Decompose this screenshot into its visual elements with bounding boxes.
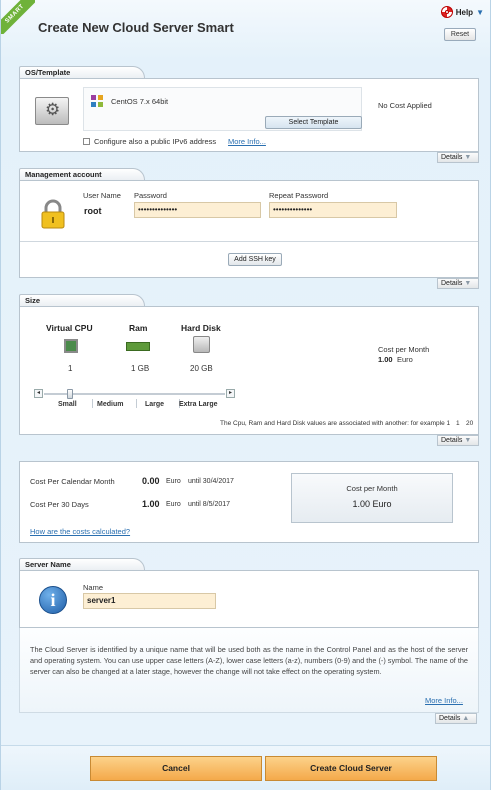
select-template-button[interactable]: Select Template — [265, 116, 362, 129]
server-name-details-toggle[interactable]: Details ▲ — [435, 713, 477, 724]
settings-icon — [35, 97, 69, 125]
dialog: SMART Create New Cloud Server Smart Help… — [0, 0, 491, 790]
create-cloud-server-button[interactable]: Create Cloud Server — [265, 756, 437, 781]
username-label: User Name — [83, 191, 121, 200]
ipv6-label: Configure also a public IPv6 address — [94, 137, 217, 146]
repeat-password-field[interactable]: •••••••••••••• — [269, 202, 397, 218]
size-note: The Cpu, Ram and Hard Disk values are as… — [220, 420, 451, 427]
details-label: Details — [441, 280, 463, 287]
step-medium[interactable]: Medium — [97, 401, 123, 408]
triangle-down-icon: ▼ — [464, 154, 472, 161]
costs-panel: Cost Per Calendar Month 0.00 Euro until … — [19, 461, 479, 543]
ribbon-label: SMART — [1, 0, 35, 34]
size-cost-label: Cost per Month — [378, 345, 430, 354]
monthly-cost-label: Cost per Month — [346, 484, 398, 493]
divider — [20, 241, 478, 242]
slider-thumb[interactable] — [67, 389, 73, 399]
step-small[interactable]: Small — [58, 401, 77, 408]
username-value: root — [84, 206, 102, 216]
os-details-toggle[interactable]: Details ▼ — [437, 152, 479, 163]
slider-left-arrow[interactable]: ◂ — [34, 389, 43, 398]
details-label: Details — [439, 715, 461, 722]
cost-30days-label: Cost Per 30 Days — [30, 500, 89, 509]
triangle-down-icon: ▼ — [464, 437, 472, 444]
password-label: Password — [134, 191, 167, 200]
ram-label: Ram — [129, 323, 148, 333]
page-title: Create New Cloud Server Smart — [38, 20, 234, 35]
management-details-toggle[interactable]: Details ▼ — [437, 278, 479, 289]
os-cost-note: No Cost Applied — [378, 101, 432, 110]
monthly-cost-box: Cost per Month 1.00 Euro — [291, 473, 453, 523]
cost-calendar-unit: Euro — [166, 478, 181, 485]
cost-30days-until: until 8/5/2017 — [188, 501, 231, 508]
slider-right-arrow[interactable]: ▸ — [226, 389, 235, 398]
ipv6-checkbox[interactable] — [83, 138, 90, 145]
selected-os: CentOS 7.x 64bit — [111, 97, 169, 106]
disk-value: 20 GB — [190, 364, 213, 373]
server-name-field[interactable]: server1 — [83, 593, 216, 609]
add-ssh-key-button[interactable]: Add SSH key — [228, 253, 282, 266]
size-details-toggle[interactable]: Details ▼ — [437, 435, 479, 446]
cost-calendar-value: 0.00 — [142, 476, 160, 486]
reset-button[interactable]: Reset — [444, 28, 476, 41]
cost-calendar-until: until 30/4/2017 — [188, 478, 234, 485]
cpu-chip-icon — [64, 339, 78, 353]
triangle-up-icon: ▲ — [462, 715, 470, 722]
server-name-panel: i Name server1 — [19, 570, 479, 628]
os-template-panel: CentOS 7.x 64bit Select Template No Cost… — [19, 78, 479, 152]
details-label: Details — [441, 154, 463, 161]
server-name-description: The Cloud Server is identified by a uniq… — [30, 645, 468, 676]
size-cost-unit: Euro — [397, 355, 413, 364]
ram-value: 1 GB — [131, 364, 150, 373]
step-divider — [136, 399, 137, 408]
details-label: Details — [441, 437, 463, 444]
how-costs-link[interactable]: How are the costs calculated? — [30, 527, 130, 536]
cpu-value: 1 — [68, 364, 73, 373]
ram-module-icon — [126, 342, 150, 351]
repeat-password-label: Repeat Password — [269, 191, 329, 200]
help-label: Help — [455, 7, 474, 17]
management-panel: User Name root Password •••••••••••••• R… — [19, 180, 479, 278]
step-extra-large[interactable]: Extra Large — [179, 401, 218, 408]
chevron-down-icon: ▼ — [476, 7, 484, 17]
disk-label: Hard Disk — [181, 323, 221, 333]
cost-30days-unit: Euro — [166, 501, 181, 508]
size-panel: Virtual CPU Ram Hard Disk 1 1 GB 20 GB C… — [19, 306, 479, 435]
step-divider — [92, 399, 93, 408]
lifebuoy-icon — [440, 6, 453, 18]
password-field[interactable]: •••••••••••••• — [134, 202, 261, 218]
slider-steps: Small Medium Large Extra Large — [46, 399, 226, 409]
step-large[interactable]: Large — [145, 401, 164, 408]
lock-icon — [40, 199, 66, 231]
triangle-down-icon: ▼ — [464, 280, 472, 287]
server-name-more-info-link[interactable]: More Info... — [425, 696, 463, 705]
template-box: CentOS 7.x 64bit Select Template — [83, 87, 362, 131]
cpu-label: Virtual CPU — [46, 323, 93, 333]
info-icon: i — [39, 586, 67, 614]
centos-icon — [90, 94, 104, 108]
help-menu[interactable]: Help ▼ — [440, 6, 484, 18]
ipv6-more-info-link[interactable]: More Info... — [228, 137, 266, 146]
monthly-cost-value: 1.00 Euro — [352, 499, 392, 509]
cost-30days-value: 1.00 — [142, 499, 160, 509]
smart-ribbon: SMART — [1, 0, 35, 34]
cost-calendar-label: Cost Per Calendar Month — [30, 477, 115, 486]
server-name-label: Name — [83, 583, 104, 592]
hard-disk-icon — [193, 336, 210, 353]
size-note-num-2: 20 — [466, 420, 474, 427]
cancel-button[interactable]: Cancel — [90, 756, 262, 781]
footer-bar: Cancel Create Cloud Server — [1, 745, 490, 790]
size-note-num-1: 1 — [456, 420, 460, 427]
server-name-help: The Cloud Server is identified by a uniq… — [19, 628, 479, 713]
size-cost-value: 1.00 — [378, 355, 393, 364]
